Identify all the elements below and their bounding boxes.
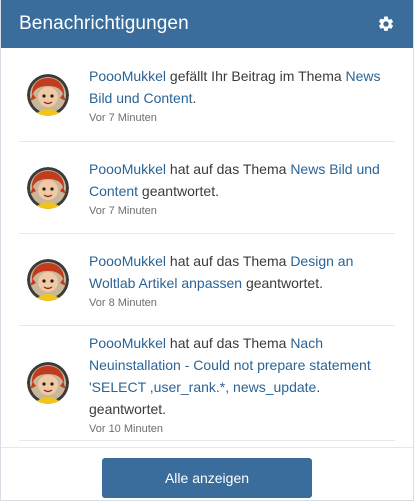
panel-title: Benachrichtigungen bbox=[19, 13, 189, 34]
notification-text: PoooMukkel gefällt Ihr Beitrag im Thema … bbox=[89, 65, 395, 109]
notification-text: PoooMukkel hat auf das Thema Design an W… bbox=[89, 250, 395, 294]
avatar[interactable] bbox=[27, 258, 69, 301]
action-text: hat auf das Thema bbox=[166, 161, 291, 177]
notification-item[interactable]: PoooMukkel gefällt Ihr Beitrag im Thema … bbox=[19, 48, 395, 142]
panel-header: Benachrichtigungen bbox=[1, 0, 413, 48]
notification-content: PoooMukkel gefällt Ihr Beitrag im Thema … bbox=[89, 65, 395, 124]
user-link[interactable]: PoooMukkel bbox=[89, 161, 166, 177]
action-text: hat auf das Thema bbox=[166, 253, 291, 269]
avatar[interactable] bbox=[27, 166, 69, 209]
timestamp: Vor 8 Minuten bbox=[89, 297, 157, 309]
suffix-text: . bbox=[192, 90, 197, 106]
notification-list: PoooMukkel gefällt Ihr Beitrag im Thema … bbox=[1, 48, 413, 441]
avatar[interactable] bbox=[27, 73, 69, 116]
notification-text: PoooMukkel hat auf das Thema News Bild u… bbox=[89, 158, 395, 202]
notification-item[interactable]: PoooMukkel hat auf das Thema Nach Neuins… bbox=[19, 326, 395, 441]
notification-item[interactable]: PoooMukkel hat auf das Thema News Bild u… bbox=[19, 142, 395, 234]
action-text: gefällt Ihr Beitrag im Thema bbox=[166, 68, 346, 84]
timestamp: Vor 7 Minuten bbox=[89, 205, 157, 217]
notification-content: PoooMukkel hat auf das Thema Design an W… bbox=[89, 250, 395, 309]
timestamp: Vor 7 Minuten bbox=[89, 112, 157, 124]
show-all-button[interactable]: Alle anzeigen bbox=[102, 458, 312, 498]
notification-content: PoooMukkel hat auf das Thema Nach Neuins… bbox=[89, 332, 395, 435]
suffix-text: geantwortet. bbox=[138, 183, 219, 199]
gear-icon[interactable] bbox=[377, 15, 395, 33]
notification-text: PoooMukkel hat auf das Thema Nach Neuins… bbox=[89, 332, 395, 420]
notification-content: PoooMukkel hat auf das Thema News Bild u… bbox=[89, 158, 395, 217]
suffix-text: geantwortet. bbox=[242, 275, 323, 291]
notifications-panel: Benachrichtigungen PoooMukkel gefällt Ih… bbox=[0, 0, 414, 501]
timestamp: Vor 10 Minuten bbox=[89, 422, 163, 435]
action-text: hat auf das Thema bbox=[166, 334, 291, 351]
user-link[interactable]: PoooMukkel bbox=[89, 335, 166, 351]
user-link[interactable]: PoooMukkel bbox=[89, 68, 166, 84]
notification-item[interactable]: PoooMukkel hat auf das Thema Design an W… bbox=[19, 234, 395, 326]
panel-footer: Alle anzeigen bbox=[1, 447, 413, 500]
avatar[interactable] bbox=[27, 362, 69, 404]
user-link[interactable]: PoooMukkel bbox=[89, 253, 166, 269]
